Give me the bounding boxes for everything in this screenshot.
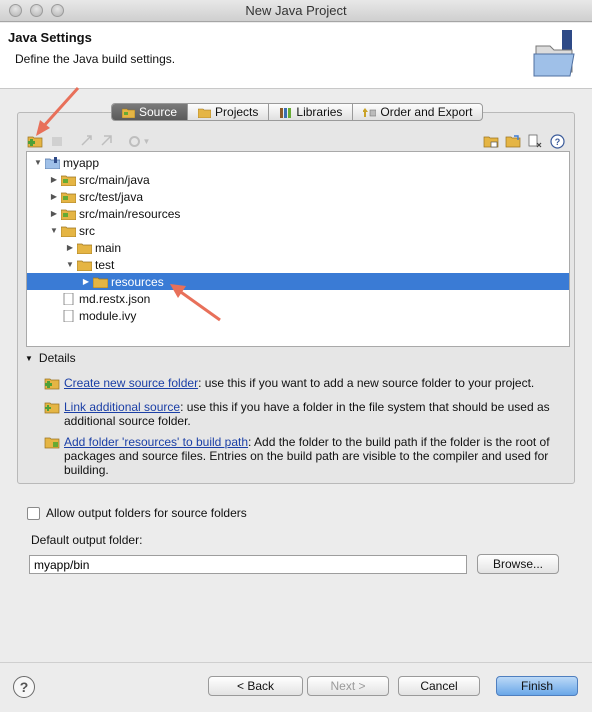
details-section-toggle[interactable]: ▼ Details [25,351,76,365]
details-label: Details [38,351,76,365]
exclude-icon [101,135,112,146]
java-project-banner-icon [533,30,575,77]
allow-output-folders-checkbox[interactable] [27,506,40,520]
expand-folder-button[interactable] [504,132,522,150]
tab-order-export[interactable]: Order and Export [353,104,482,120]
svg-text:?: ? [554,137,560,147]
source-tree: ▼ myapp ▶ src/main/java ▶ src/test/java … [26,151,570,347]
collapsed-triangle-icon[interactable]: ▶ [49,209,59,219]
tab-libraries[interactable]: Libraries [269,104,354,120]
tab-libraries-label: Libraries [296,105,343,119]
file-filter-icon [528,134,542,148]
configure-dropdown-button[interactable]: ▼ [126,132,152,150]
folder-icon [77,243,92,254]
footer-divider [0,662,592,663]
new-source-folder-icon [27,136,43,148]
collapsed-triangle-icon[interactable]: ▶ [49,175,59,185]
tree-item-resources[interactable]: ▶ resources [27,273,569,290]
help-button-toolbar[interactable]: ? [548,132,566,150]
expanded-triangle-icon[interactable]: ▼ [49,226,59,236]
remove-button[interactable] [48,132,66,150]
folder-icon [61,226,76,237]
page-title: Java Settings [8,30,92,45]
allow-output-folders-label: Allow output folders for source folders [46,506,247,520]
projects-icon [198,108,212,118]
collapse-all-button[interactable] [482,132,500,150]
collapsed-triangle-icon[interactable]: ▶ [65,243,75,253]
help-icon: ? [549,133,565,149]
link-icon [81,135,92,146]
detail-description: : use this if you want to add a new sour… [198,376,535,390]
tab-projects-label: Projects [215,105,259,119]
add-source-folder-button[interactable] [26,132,44,150]
expanded-triangle-icon[interactable]: ▼ [33,158,43,168]
add-folder-to-build-path-link[interactable]: Add folder 'resources' to build path [64,435,248,449]
tree-item-src-test-java[interactable]: ▶ src/test/java [27,188,569,205]
detail-create-source-folder: Create new source folder: use this if yo… [44,376,564,390]
allow-output-folders-option[interactable]: Allow output folders for source folders [27,506,247,520]
folder-icon [93,277,108,288]
collapse-folder-icon [483,136,499,148]
source-folder-icon [61,209,76,220]
tab-projects[interactable]: Projects [188,104,270,120]
finish-button[interactable]: Finish [496,676,578,696]
folder-icon [77,260,92,271]
tab-source[interactable]: Source [112,104,189,120]
browse-button[interactable]: Browse... [477,554,559,574]
tree-item-md-restx-json[interactable]: md.restx.json [27,290,569,307]
zoom-window-button[interactable] [51,4,64,17]
default-output-folder-input[interactable] [29,555,467,574]
create-new-source-folder-link[interactable]: Create new source folder [64,376,198,390]
build-settings-tabs: Source Projects Libraries Order and Expo… [111,103,484,121]
window-title: New Java Project [245,3,347,18]
libraries-icon [280,107,292,118]
tree-item-test[interactable]: ▼ test [27,256,569,273]
cancel-button[interactable]: Cancel [398,676,480,696]
help-button[interactable]: ? [13,676,35,698]
tree-item-myapp[interactable]: ▼ myapp [27,154,569,171]
source-folder-icon [122,108,135,118]
minimize-window-button[interactable] [30,4,43,17]
show-files-button[interactable] [526,132,544,150]
chevron-down-icon: ▼ [142,136,151,146]
exclude-button[interactable] [98,132,116,150]
close-window-button[interactable] [9,4,22,17]
gear-icon [128,135,140,147]
collapsed-triangle-icon[interactable]: ▶ [81,277,91,287]
source-folder-icon [61,192,76,203]
remove-icon [52,137,62,146]
link-source-icon [44,402,60,414]
tab-source-label: Source [139,105,178,119]
new-source-folder-icon [44,378,60,390]
tree-item-src-main-resources[interactable]: ▶ src/main/resources [27,205,569,222]
wizard-header: Java Settings Define the Java build sett… [0,23,592,89]
tab-order-export-label: Order and Export [380,105,473,119]
detail-add-to-build-path: Add folder 'resources' to build path: Ad… [44,435,564,477]
tree-item-module-ivy[interactable]: module.ivy [27,307,569,324]
back-button[interactable]: < Back [208,676,303,696]
file-icon [63,292,74,305]
page-subtitle: Define the Java build settings. [15,52,176,66]
add-to-build-path-icon [44,437,60,449]
project-folder-icon [45,156,60,169]
expanded-triangle-icon: ▼ [25,353,33,363]
collapsed-triangle-icon[interactable]: ▶ [49,192,59,202]
link-source-button[interactable] [78,132,96,150]
tree-item-src-main-java[interactable]: ▶ src/main/java [27,171,569,188]
window-titlebar: New Java Project [0,0,592,22]
tree-item-main[interactable]: ▶ main [27,239,569,256]
order-export-icon [363,107,377,117]
expand-folder-icon [505,135,521,148]
default-output-folder-label: Default output folder: [31,533,143,547]
source-folder-icon [61,175,76,186]
window-controls [9,4,64,17]
link-additional-source-link[interactable]: Link additional source [64,400,180,414]
detail-link-additional-source: Link additional source: use this if you … [44,400,564,428]
next-button[interactable]: Next > [307,676,389,696]
file-icon [63,309,74,322]
expanded-triangle-icon[interactable]: ▼ [65,260,75,270]
tree-item-src[interactable]: ▼ src [27,222,569,239]
source-toolbar: ▼ ? [26,131,570,151]
